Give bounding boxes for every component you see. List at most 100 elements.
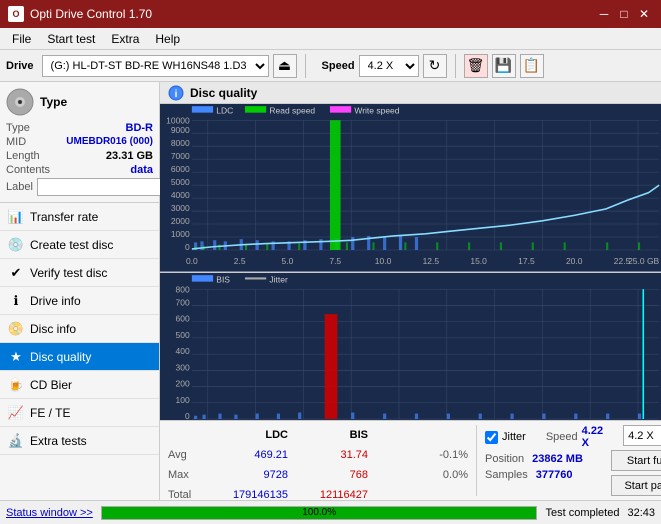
disc-quality-header-icon: i bbox=[168, 85, 184, 101]
disc-info-label: Disc info bbox=[30, 322, 76, 336]
svg-text:0: 0 bbox=[185, 411, 190, 420]
refresh-button[interactable]: ↻ bbox=[423, 54, 447, 78]
contents-label: Contents bbox=[6, 164, 50, 176]
position-row: Position 23862 MB bbox=[485, 453, 603, 465]
window-controls: ─ □ ✕ bbox=[595, 5, 653, 23]
sidebar-item-extra-tests[interactable]: 🔬 Extra tests bbox=[0, 427, 159, 455]
svg-text:17.5: 17.5 bbox=[518, 256, 535, 266]
svg-text:2.5: 2.5 bbox=[234, 256, 246, 266]
status-window-button[interactable]: Status window >> bbox=[6, 507, 93, 519]
samples-label: Samples bbox=[485, 469, 528, 481]
extra-tests-label: Extra tests bbox=[30, 434, 87, 448]
svg-text:4000: 4000 bbox=[171, 190, 190, 200]
sidebar: Type Type BD-R MID UMEBDR016 (000) Lengt… bbox=[0, 82, 160, 500]
svg-text:100: 100 bbox=[176, 394, 190, 404]
drive-info-label: Drive info bbox=[30, 294, 81, 308]
svg-text:Write speed: Write speed bbox=[354, 106, 399, 116]
minimize-button[interactable]: ─ bbox=[595, 5, 613, 23]
label-input[interactable] bbox=[37, 178, 171, 196]
disc-header: Type bbox=[6, 88, 153, 116]
type-value: BD-R bbox=[126, 122, 154, 134]
length-label: Length bbox=[6, 150, 40, 162]
total-label: Total bbox=[168, 489, 208, 501]
disc-info-panel: Type Type BD-R MID UMEBDR016 (000) Lengt… bbox=[0, 82, 159, 203]
max-jitter: 0.0% bbox=[368, 469, 468, 481]
avg-ldc: 469.21 bbox=[208, 449, 288, 461]
stats-bar: LDC BIS Avg 469.21 31.74 -0.1% Max 9728 … bbox=[160, 420, 661, 500]
position-value: 23862 MB bbox=[532, 453, 583, 465]
stats-max-row: Max 9728 768 0.0% bbox=[168, 465, 468, 485]
burn-button[interactable]: 💾 bbox=[492, 54, 516, 78]
svg-text:10000: 10000 bbox=[166, 115, 190, 125]
charts-container: LDC Read speed Write speed bbox=[160, 104, 661, 420]
disc-quality-title: Disc quality bbox=[190, 86, 257, 100]
svg-text:300: 300 bbox=[176, 362, 190, 372]
position-label: Position bbox=[485, 453, 524, 465]
eject-button[interactable]: ⏏ bbox=[273, 54, 297, 78]
max-ldc: 9728 bbox=[208, 469, 288, 481]
disc-info-icon: 📀 bbox=[8, 321, 24, 337]
svg-text:5000: 5000 bbox=[171, 177, 190, 187]
drive-selector[interactable]: (G:) HL-DT-ST BD-RE WH16NS48 1.D3 bbox=[42, 55, 269, 77]
svg-text:8000: 8000 bbox=[171, 138, 190, 148]
sidebar-item-verify-test-disc[interactable]: ✔ Verify test disc bbox=[0, 259, 159, 287]
titlebar: O Opti Drive Control 1.70 ─ □ ✕ bbox=[0, 0, 661, 28]
mid-value: UMEBDR016 (000) bbox=[66, 136, 153, 148]
top-chart-svg: LDC Read speed Write speed bbox=[160, 104, 661, 272]
jitter-checkbox[interactable] bbox=[485, 431, 498, 444]
sidebar-item-disc-info[interactable]: 📀 Disc info bbox=[0, 315, 159, 343]
start-full-button[interactable]: Start full bbox=[611, 450, 661, 471]
svg-text:7000: 7000 bbox=[171, 151, 190, 161]
speed-dropdown[interactable]: 4.2 X bbox=[623, 425, 661, 446]
stats-ldc-header: LDC bbox=[208, 429, 288, 441]
fe-te-icon: 📈 bbox=[8, 405, 24, 421]
svg-text:2000: 2000 bbox=[171, 216, 190, 226]
svg-text:1000: 1000 bbox=[171, 229, 190, 239]
samples-row: Samples 377760 bbox=[485, 469, 603, 481]
sidebar-item-fe-te[interactable]: 📈 FE / TE bbox=[0, 399, 159, 427]
disc-contents-row: Contents data bbox=[6, 164, 153, 176]
chart-bottom: BIS Jitter bbox=[160, 273, 661, 420]
titlebar-left: O Opti Drive Control 1.70 bbox=[8, 6, 152, 22]
svg-text:12.5: 12.5 bbox=[423, 256, 440, 266]
menu-help[interactable]: Help bbox=[147, 30, 188, 48]
label-label: Label bbox=[6, 181, 33, 193]
cd-bier-icon: 🍺 bbox=[8, 377, 24, 393]
sidebar-item-drive-info[interactable]: ℹ Drive info bbox=[0, 287, 159, 315]
svg-text:BIS: BIS bbox=[216, 274, 230, 284]
erase-button[interactable]: 🗑 bbox=[464, 54, 488, 78]
disc-type-row: Type BD-R bbox=[6, 122, 153, 134]
stats-header-row: LDC BIS bbox=[168, 425, 468, 445]
save-button[interactable]: 📋 bbox=[520, 54, 544, 78]
sidebar-item-disc-quality[interactable]: ★ Disc quality bbox=[0, 343, 159, 371]
main-area: Type Type BD-R MID UMEBDR016 (000) Lengt… bbox=[0, 82, 661, 500]
close-button[interactable]: ✕ bbox=[635, 5, 653, 23]
avg-bis: 31.74 bbox=[288, 449, 368, 461]
progress-bar-container: 100.0% bbox=[101, 506, 538, 520]
bottom-chart-svg: BIS Jitter bbox=[160, 273, 661, 420]
menu-start-test[interactable]: Start test bbox=[39, 30, 103, 48]
maximize-button[interactable]: □ bbox=[615, 5, 633, 23]
toolbar: Drive (G:) HL-DT-ST BD-RE WH16NS48 1.D3 … bbox=[0, 50, 661, 82]
menu-file[interactable]: File bbox=[4, 30, 39, 48]
speed-selector[interactable]: 4.2 X bbox=[359, 55, 419, 77]
sidebar-item-transfer-rate[interactable]: 📊 Transfer rate bbox=[0, 203, 159, 231]
drive-label: Drive bbox=[6, 60, 34, 72]
disc-icon bbox=[6, 88, 34, 116]
svg-text:Read speed: Read speed bbox=[269, 106, 315, 116]
stats-avg-row: Avg 469.21 31.74 -0.1% bbox=[168, 445, 468, 465]
avg-label: Avg bbox=[168, 449, 208, 461]
create-test-disc-label: Create test disc bbox=[30, 238, 113, 252]
verify-test-disc-label: Verify test disc bbox=[30, 266, 107, 280]
window-title: Opti Drive Control 1.70 bbox=[30, 7, 152, 21]
mid-label: MID bbox=[6, 136, 26, 148]
contents-value: data bbox=[130, 164, 153, 176]
menu-extra[interactable]: Extra bbox=[103, 30, 147, 48]
separator bbox=[305, 54, 306, 78]
sidebar-item-cd-bier[interactable]: 🍺 CD Bier bbox=[0, 371, 159, 399]
svg-text:600: 600 bbox=[176, 313, 190, 323]
svg-text:700: 700 bbox=[176, 297, 190, 307]
start-part-button[interactable]: Start part bbox=[611, 475, 661, 496]
svg-text:6000: 6000 bbox=[171, 164, 190, 174]
sidebar-item-create-test-disc[interactable]: 💿 Create test disc bbox=[0, 231, 159, 259]
